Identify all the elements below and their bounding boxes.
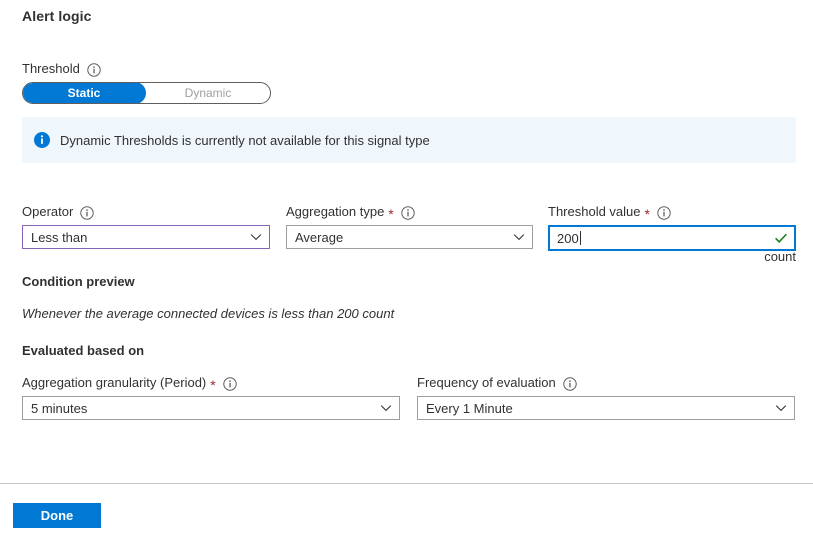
operator-label-row: Operator	[22, 204, 270, 220]
threshold-option-static[interactable]: Static	[22, 82, 146, 104]
frequency-of-evaluation-label-row: Frequency of evaluation	[417, 375, 795, 391]
aggregation-granularity-value: 5 minutes	[31, 401, 87, 416]
threshold-option-dynamic[interactable]: Dynamic	[146, 83, 270, 103]
aggregation-granularity-label-row: Aggregation granularity (Period) *	[22, 375, 400, 391]
evaluated-based-on-heading: Evaluated based on	[22, 343, 144, 358]
operator-field: Operator Less than	[22, 204, 270, 249]
condition-preview-heading: Condition preview	[22, 274, 135, 289]
required-asterisk: *	[645, 208, 650, 221]
info-circle-filled-icon	[34, 132, 50, 148]
aggregation-type-label: Aggregation type	[286, 204, 384, 220]
required-asterisk: *	[388, 208, 393, 221]
threshold-value-unit: count	[548, 249, 796, 264]
footer-divider	[0, 483, 813, 484]
text-caret	[580, 231, 581, 245]
frequency-of-evaluation-field: Frequency of evaluation Every 1 Minute	[417, 375, 795, 420]
threshold-label: Threshold	[22, 61, 80, 77]
operator-label: Operator	[22, 204, 73, 220]
threshold-value-label-row: Threshold value *	[548, 204, 796, 220]
aggregation-type-select[interactable]: Average	[286, 225, 533, 249]
frequency-of-evaluation-label: Frequency of evaluation	[417, 375, 556, 391]
aggregation-granularity-select[interactable]: 5 minutes	[22, 396, 400, 420]
chevron-down-icon	[380, 402, 392, 414]
chevron-down-icon	[250, 231, 262, 243]
aggregation-granularity-label: Aggregation granularity (Period)	[22, 375, 206, 391]
aggregation-granularity-field: Aggregation granularity (Period) * 5 min…	[22, 375, 400, 420]
aggregation-type-value: Average	[295, 230, 343, 245]
operator-select[interactable]: Less than	[22, 225, 270, 249]
threshold-value-input[interactable]: 200	[548, 225, 796, 251]
info-banner-message: Dynamic Thresholds is currently not avai…	[60, 133, 430, 148]
frequency-of-evaluation-select[interactable]: Every 1 Minute	[417, 396, 795, 420]
condition-preview-text: Whenever the average connected devices i…	[22, 306, 394, 321]
checkmark-icon	[774, 231, 788, 245]
info-circle-outline-icon[interactable]	[401, 206, 415, 220]
threshold-value-field: Threshold value * 200	[548, 204, 796, 251]
frequency-of-evaluation-value: Every 1 Minute	[426, 401, 513, 416]
threshold-value-label: Threshold value	[548, 204, 641, 220]
info-circle-outline-icon[interactable]	[80, 206, 94, 220]
aggregation-type-label-row: Aggregation type *	[286, 204, 533, 220]
info-circle-outline-icon[interactable]	[563, 377, 577, 391]
required-asterisk: *	[210, 379, 215, 392]
info-circle-outline-icon[interactable]	[657, 206, 671, 220]
page-title: Alert logic	[22, 8, 92, 24]
threshold-value-text: 200	[557, 231, 579, 246]
threshold-label-row: Threshold	[22, 61, 101, 77]
chevron-down-icon	[513, 231, 525, 243]
operator-value: Less than	[31, 230, 87, 245]
threshold-type-toggle[interactable]: Static Dynamic	[22, 82, 271, 104]
chevron-down-icon	[775, 402, 787, 414]
done-button[interactable]: Done	[13, 503, 101, 528]
info-circle-outline-icon[interactable]	[223, 377, 237, 391]
info-banner: Dynamic Thresholds is currently not avai…	[22, 117, 796, 163]
info-circle-outline-icon[interactable]	[87, 63, 101, 77]
aggregation-type-field: Aggregation type * Average	[286, 204, 533, 249]
